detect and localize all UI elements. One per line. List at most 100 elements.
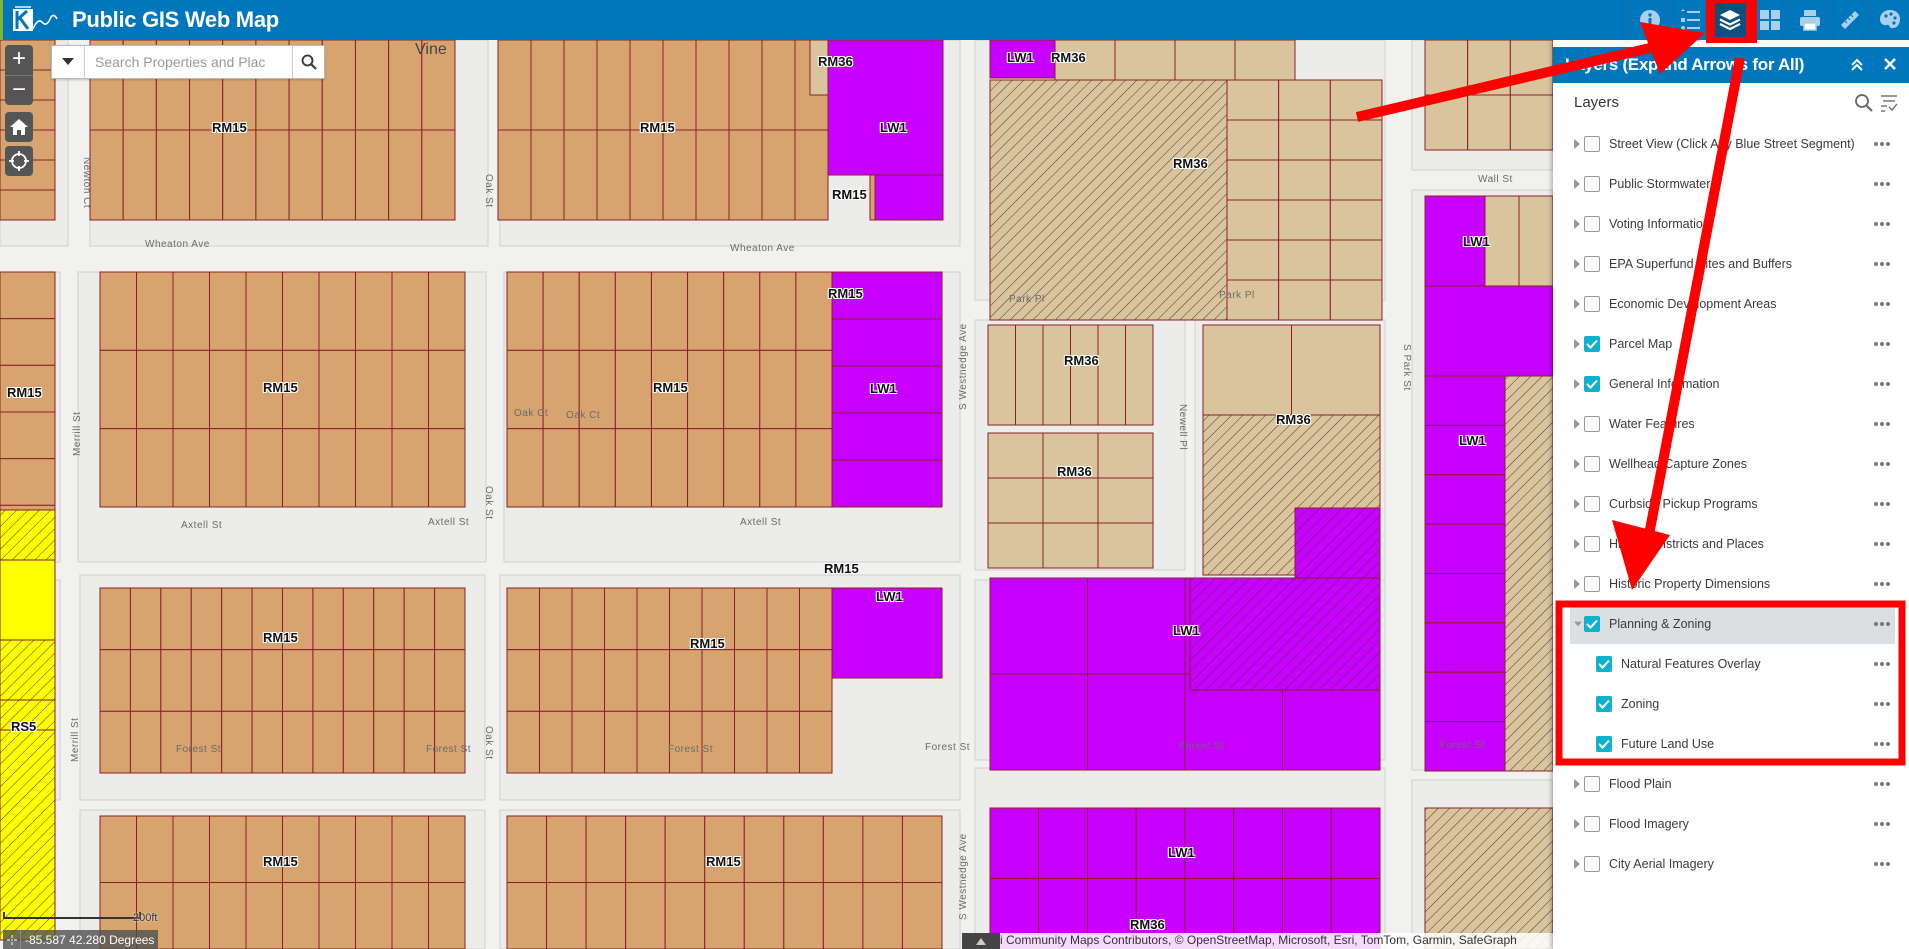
parcel-rm36[interactable] — [987, 432, 1044, 479]
parcel-rm15[interactable] — [723, 349, 761, 430]
parcel-rm15[interactable] — [318, 349, 356, 430]
parcel-rm15[interactable] — [822, 815, 864, 883]
layer-visibility-checkbox[interactable] — [1584, 856, 1600, 872]
expand-arrow-right-icon[interactable] — [1574, 139, 1582, 149]
parcel-rm36[interactable] — [1467, 94, 1511, 151]
parcel-rm15[interactable] — [571, 587, 605, 651]
parcel-rm15[interactable] — [245, 271, 283, 351]
parcel-lw1[interactable] — [1282, 807, 1332, 879]
layer-visibility-checkbox[interactable] — [1584, 416, 1600, 432]
parcel-rm15[interactable] — [373, 710, 405, 774]
parcel-rm15[interactable] — [734, 649, 768, 712]
expand-arrow-right-icon[interactable] — [1574, 379, 1582, 389]
parcel-rm15[interactable] — [759, 349, 797, 430]
parcel-rm36[interactable] — [1234, 40, 1296, 81]
parcel-rm36[interactable] — [1097, 432, 1154, 479]
parcel-rm15[interactable] — [625, 815, 666, 883]
layer-visibility-checkbox[interactable] — [1584, 376, 1600, 392]
parcel-rm15[interactable] — [701, 710, 735, 774]
layer-item[interactable]: Public Stormwater — [1553, 164, 1909, 204]
layer-options-menu-icon[interactable] — [1874, 382, 1892, 386]
parcel-rm15[interactable] — [799, 649, 833, 712]
layer-visibility-checkbox[interactable] — [1584, 216, 1600, 232]
layer-filter-button[interactable] — [1879, 93, 1899, 113]
parcel-rm15[interactable] — [99, 710, 131, 774]
parcel-rm15[interactable] — [563, 40, 598, 131]
layer-options-menu-icon[interactable] — [1874, 542, 1892, 546]
layer-options-menu-icon[interactable] — [1874, 142, 1892, 146]
parcel-rm36[interactable] — [1097, 324, 1126, 426]
parcel-rm15[interactable] — [209, 428, 247, 508]
parcel-rm36[interactable] — [987, 324, 1016, 426]
parcel-rm15[interactable] — [795, 428, 833, 508]
parcel-rm15[interactable] — [318, 271, 356, 351]
parcel-rm15[interactable] — [403, 710, 436, 774]
parcel-rm15[interactable] — [497, 129, 532, 221]
parcel-rm15[interactable] — [701, 649, 735, 712]
parcel-lw1[interactable] — [1038, 807, 1088, 879]
parcel-rm15[interactable] — [783, 815, 824, 883]
parcel-rm15[interactable] — [355, 349, 393, 430]
parcel-rm15[interactable] — [743, 882, 785, 949]
parcel-rm15[interactable] — [862, 882, 903, 949]
layer-options-menu-icon[interactable] — [1874, 782, 1892, 786]
parcel-rm36[interactable] — [1509, 40, 1553, 96]
parcel-rm15[interactable] — [391, 428, 429, 508]
parcel-rm15[interactable] — [155, 129, 191, 221]
parcel-rm15[interactable] — [282, 882, 320, 949]
panel-collapse-button[interactable] — [1847, 55, 1867, 75]
parcel-rm15[interactable] — [428, 349, 466, 430]
parcel-rm15[interactable] — [542, 271, 580, 351]
parcel-rm15[interactable] — [190, 649, 223, 712]
parcel-rm15[interactable] — [428, 882, 466, 949]
draw-button[interactable] — [1869, 0, 1909, 40]
layer-item[interactable]: EPA Superfund Sites and Buffers — [1553, 244, 1909, 284]
parcel-rm15[interactable] — [795, 349, 833, 430]
layer-item[interactable]: Curbside Pickup Programs — [1553, 484, 1909, 524]
parcel-rm15[interactable] — [312, 587, 344, 651]
parcel-lw1[interactable] — [1330, 807, 1381, 879]
layer-visibility-checkbox[interactable] — [1584, 456, 1600, 472]
layer-options-menu-icon[interactable] — [1874, 742, 1892, 746]
parcel-rm15[interactable] — [664, 815, 706, 883]
parcel-rm15[interactable] — [318, 882, 356, 949]
parcel-rm15[interactable] — [172, 882, 210, 949]
parcel-rm15[interactable] — [136, 271, 174, 351]
parcel-rm15[interactable] — [221, 649, 253, 712]
parcel-rm15[interactable] — [388, 129, 423, 221]
parcel-rm15[interactable] — [282, 649, 314, 712]
parcel-rm15[interactable] — [391, 815, 429, 883]
parcel-lw1[interactable] — [1424, 523, 1511, 574]
parcel-rm15[interactable] — [251, 649, 283, 712]
parcel-rm15[interactable] — [355, 428, 393, 508]
parcel-rm15[interactable] — [614, 271, 652, 351]
parcel-rm15[interactable] — [282, 710, 314, 774]
parcel-rm15[interactable] — [596, 40, 631, 131]
expand-arrow-right-icon[interactable] — [1574, 539, 1582, 549]
parcel-rm15[interactable] — [288, 129, 323, 221]
parcel-rm15[interactable] — [578, 428, 616, 508]
expand-arrow-right-icon[interactable] — [1574, 339, 1582, 349]
parcel-lw1[interactable] — [1135, 807, 1186, 879]
layer-item[interactable]: Water Features — [1553, 404, 1909, 444]
layer-item[interactable]: Street View (Click Any Blue Street Segme… — [1553, 124, 1909, 164]
layer-options-menu-icon[interactable] — [1874, 422, 1892, 426]
layer-item[interactable]: Historic Property Dimensions — [1553, 564, 1909, 604]
parcel-rm15[interactable] — [0, 411, 56, 460]
parcel-rm15[interactable] — [428, 428, 466, 508]
parcel-rm15[interactable] — [761, 40, 796, 131]
parcel-lw1[interactable] — [1087, 673, 1186, 771]
parcel-rm36[interactable] — [1509, 94, 1553, 151]
home-button[interactable] — [5, 112, 33, 142]
parcel-rm36[interactable] — [987, 522, 1044, 569]
parcel-rm36[interactable] — [1114, 40, 1176, 81]
parcel-rm15[interactable] — [172, 428, 210, 508]
layer-visibility-checkbox[interactable] — [1596, 736, 1612, 752]
parcel-rm15[interactable] — [129, 710, 162, 774]
parcel-rm15[interactable] — [245, 815, 283, 883]
parcel-rm15[interactable] — [862, 815, 903, 883]
parcel-rm15[interactable] — [734, 587, 768, 651]
parcel-rm36[interactable] — [1467, 40, 1511, 96]
parcel-rm15[interactable] — [669, 649, 703, 712]
sublayer-item[interactable]: Future Land Use — [1553, 724, 1909, 764]
